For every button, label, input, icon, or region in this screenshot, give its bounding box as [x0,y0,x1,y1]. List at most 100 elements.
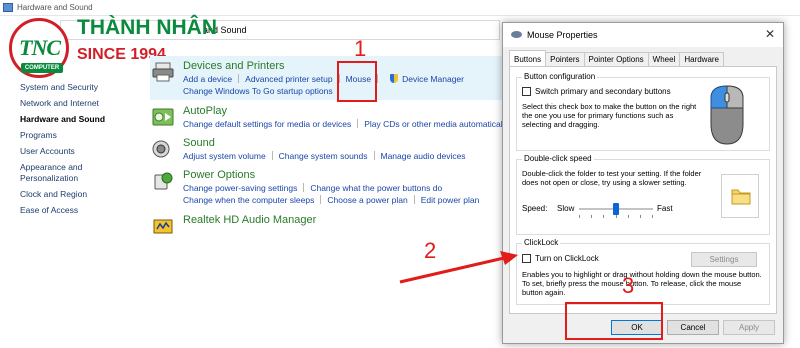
power-links-row2: Change when the computer sleeps Choose a … [183,195,479,205]
switch-buttons-label[interactable]: Switch primary and secondary buttons [535,87,671,96]
separator [271,151,273,160]
logo-name: THÀNH NHÂN [77,16,217,39]
highlight-box-mouse-link [337,61,377,102]
double-click-description: Double-click the folder to test your set… [522,169,702,187]
devices-links-row2: Change Windows To Go startup options [183,86,333,96]
link-adjust-volume[interactable]: Adjust system volume [183,151,266,161]
tab-wheel[interactable]: Wheel [647,52,681,66]
link-choose-power-plan[interactable]: Choose a power plan [327,195,407,205]
sidebar-nav: System and Security Network and Internet… [20,79,140,218]
separator [320,195,322,204]
mouse-illustration-icon [710,85,744,145]
logo-circle-sub: COMPUTER [21,63,63,73]
link-add-device[interactable]: Add a device [183,74,232,84]
section-title-power[interactable]: Power Options [183,169,255,181]
sidebar-item-ease-of-access[interactable]: Ease of Access [20,202,140,218]
mouse-icon [511,31,522,38]
step-number-3: 3 [622,273,635,298]
slider-thumb[interactable] [613,203,619,215]
clicklock-label[interactable]: Turn on ClickLock [535,254,599,263]
apply-button[interactable]: Apply [723,320,775,335]
group-title-double-click: Double-click speed [522,154,594,163]
test-area[interactable] [721,174,759,218]
section-title-sound[interactable]: Sound [183,137,215,149]
link-change-system-sounds[interactable]: Change system sounds [279,151,368,161]
shield-icon [390,74,399,83]
close-icon[interactable]: ✕ [765,27,775,41]
sidebar-item-hardware-sound[interactable]: Hardware and Sound [20,111,140,127]
autoplay-links: Change default settings for media or dev… [183,119,509,129]
power-links-row1: Change power-saving settings Change what … [183,183,442,193]
switch-buttons-checkbox[interactable] [522,87,531,96]
section-realtek: Realtek HD Audio Manager [152,214,502,236]
separator [373,151,375,160]
speed-label: Speed: [522,204,548,213]
link-advanced-printer-setup[interactable]: Advanced printer setup [245,74,332,84]
section-devices-printers: Devices and Printers Add a device Advance… [152,60,502,100]
window-title: Hardware and Sound [17,3,93,12]
sidebar-item-appearance[interactable]: Appearance and Personalization [20,159,100,186]
separator [413,195,415,204]
group-title-clicklock: ClickLock [522,238,561,247]
tab-pointers[interactable]: Pointers [545,52,585,66]
section-sound: Sound Adjust system volume Change system … [152,137,502,163]
section-autoplay: AutoPlay Change default settings for med… [152,105,509,131]
step-number-1: 1 [354,36,367,61]
mouse-properties-dialog: Mouse Properties ✕ Buttons Pointers Poin… [502,22,784,344]
link-device-manager[interactable]: Device Manager [402,74,464,84]
logo-circle-text: TNC [19,35,61,60]
autoplay-icon [152,108,174,126]
tab-hardware[interactable]: Hardware [679,52,725,66]
cancel-button[interactable]: Cancel [667,320,719,335]
section-title-devices[interactable]: Devices and Printers [183,60,285,72]
link-power-saving[interactable]: Change power-saving settings [183,183,297,193]
control-panel-icon [3,3,13,12]
link-computer-sleeps[interactable]: Change when the computer sleeps [183,195,314,205]
slow-label: Slow [557,204,575,213]
button-config-description: Select this check box to make the button… [522,102,697,129]
tab-buttons[interactable]: Buttons [509,50,547,66]
dialog-title: Mouse Properties [527,30,598,40]
highlight-box-ok-button [565,302,663,340]
tab-pointer-options[interactable]: Pointer Options [583,52,649,66]
group-title-button-config: Button configuration [522,72,598,81]
section-power-options: Power Options Change power-saving settin… [152,169,502,205]
separator [303,183,305,192]
group-double-click-speed: Double-click speed Double-click the fold… [516,154,770,235]
sound-links: Adjust system volume Change system sounds… [183,151,466,161]
tab-panel-buttons: Button configuration Switch primary and … [509,66,777,314]
fast-label: Fast [657,204,673,213]
section-title-autoplay[interactable]: AutoPlay [183,105,227,117]
section-title-realtek[interactable]: Realtek HD Audio Manager [183,214,316,226]
power-options-icon [154,172,173,190]
sidebar-item-network-internet[interactable]: Network and Internet [20,95,140,111]
printer-icon [152,62,174,82]
dialog-titlebar: Mouse Properties ✕ [503,23,783,47]
clicklock-checkbox[interactable] [522,254,531,263]
link-windows-to-go[interactable]: Change Windows To Go startup options [183,86,333,96]
devices-links-row1: Add a device Advanced printer setup Mouse D… [183,74,464,84]
group-clicklock: ClickLock Turn on ClickLock Settings Ena… [516,238,770,305]
dialog-tabs: Buttons Pointers Pointer Options Wheel H… [509,50,725,66]
separator [238,74,240,83]
sidebar-item-user-accounts[interactable]: User Accounts [20,143,140,159]
sidebar-item-clock-region[interactable]: Clock and Region [20,186,140,202]
clicklock-settings-button[interactable]: Settings [691,252,757,267]
link-edit-power-plan[interactable]: Edit power plan [421,195,480,205]
slider-ticks [579,215,653,218]
sidebar-item-system-security[interactable]: System and Security [20,79,140,95]
folder-icon[interactable] [730,185,752,207]
sidebar-item-programs[interactable]: Programs [20,127,140,143]
group-button-configuration: Button configuration Switch primary and … [516,72,770,151]
link-change-default-media[interactable]: Change default settings for media or dev… [183,119,351,129]
link-play-cds[interactable]: Play CDs or other media automatically [364,119,509,129]
link-power-buttons[interactable]: Change what the power buttons do [310,183,442,193]
clicklock-description: Enables you to highlight or drag without… [522,270,762,297]
separator [377,74,379,83]
logo-circle: TNC COMPUTER [9,18,69,78]
separator [357,119,359,128]
double-click-speed-slider[interactable] [579,203,653,222]
speaker-icon [152,140,170,158]
arrow-icon [399,251,518,284]
link-manage-audio-devices[interactable]: Manage audio devices [381,151,466,161]
